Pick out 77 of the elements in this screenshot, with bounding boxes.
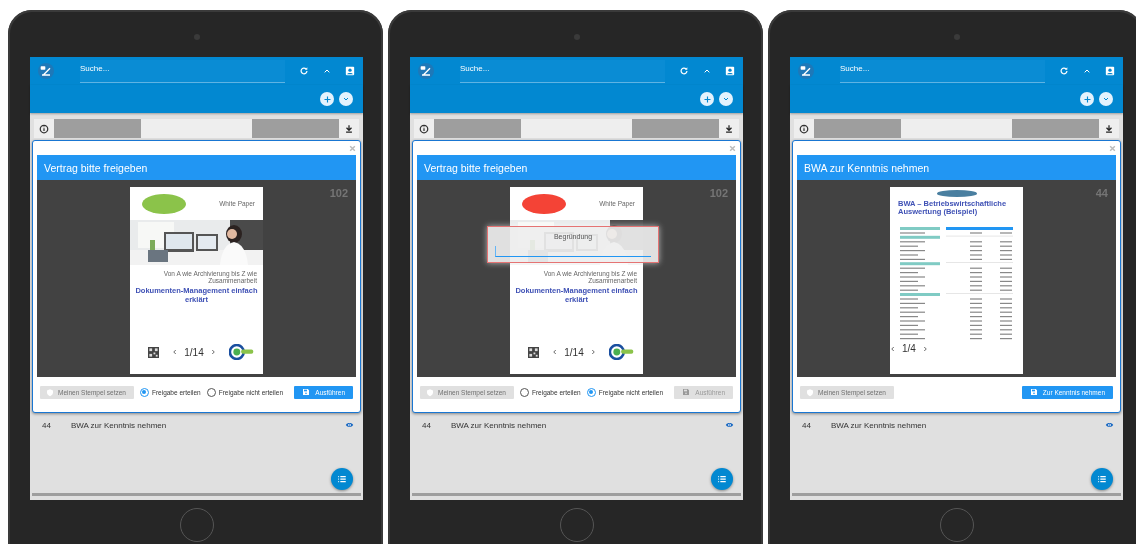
chevron-down-icon — [722, 95, 730, 103]
plus-icon — [322, 94, 332, 104]
plus-icon — [1082, 94, 1092, 104]
stamp-icon — [806, 387, 814, 397]
account-icon[interactable] — [1105, 66, 1115, 76]
search-field[interactable]: Suche... — [840, 59, 1045, 83]
chevron-right-icon[interactable] — [209, 348, 216, 356]
eye-icon[interactable] — [1104, 421, 1115, 429]
close-icon[interactable] — [729, 144, 736, 152]
chevron-up-icon[interactable] — [323, 67, 331, 75]
scrollbar[interactable] — [792, 493, 1121, 496]
refresh-icon[interactable] — [679, 66, 689, 76]
plus-icon — [702, 94, 712, 104]
chevron-right-icon[interactable] — [921, 344, 928, 353]
chevron-down-icon — [1102, 95, 1110, 103]
save-icon — [302, 388, 311, 396]
add-button[interactable] — [1080, 92, 1094, 106]
chevron-left-icon[interactable] — [890, 344, 896, 353]
chevron-left-icon[interactable] — [172, 348, 179, 356]
expand-button[interactable] — [339, 92, 353, 106]
list-icon — [717, 474, 727, 484]
qr-code-icon — [148, 346, 159, 358]
download-icon[interactable] — [724, 123, 734, 134]
row-number: 44 — [422, 420, 431, 430]
row-number: 44 — [802, 420, 811, 430]
app-logo-icon[interactable] — [798, 63, 814, 79]
info-icon[interactable] — [419, 123, 429, 134]
chevron-left-icon[interactable] — [552, 348, 559, 356]
dialog-title: Vertrag bitte freigeben — [424, 161, 528, 174]
chevron-up-icon[interactable] — [1083, 67, 1091, 75]
page-counter: 1/4 — [902, 343, 916, 354]
refresh-icon[interactable] — [299, 66, 309, 76]
logo-icon — [609, 344, 635, 360]
eye-icon[interactable] — [724, 421, 735, 429]
account-icon[interactable] — [345, 66, 355, 76]
list-icon — [337, 474, 347, 484]
row-number: 44 — [42, 420, 51, 430]
list-button[interactable] — [331, 468, 353, 490]
list-icon — [1097, 474, 1107, 484]
scrollbar[interactable] — [412, 493, 741, 496]
page-counter: 1/14 — [564, 346, 584, 358]
app-logo-icon[interactable] — [38, 63, 54, 79]
eye-icon[interactable] — [344, 421, 355, 429]
search-field[interactable]: Suche... — [460, 59, 665, 83]
expand-button[interactable] — [719, 92, 733, 106]
logo-icon — [229, 344, 255, 360]
add-button[interactable] — [320, 92, 334, 106]
close-icon[interactable] — [349, 144, 356, 152]
scrollbar[interactable] — [32, 493, 361, 496]
download-icon[interactable] — [344, 123, 354, 134]
row-title: BWA zur Kenntnis nehmen — [830, 420, 927, 430]
app-logo-icon[interactable] — [418, 63, 434, 79]
refresh-icon[interactable] — [1059, 66, 1069, 76]
save-icon — [1029, 388, 1038, 396]
stamp-icon — [46, 387, 54, 397]
chevron-right-icon[interactable] — [589, 348, 596, 356]
info-icon[interactable] — [39, 123, 49, 134]
qr-code-icon — [528, 346, 539, 358]
list-button[interactable] — [1091, 468, 1113, 490]
page-counter: 1/14 — [184, 346, 204, 358]
add-button[interactable] — [700, 92, 714, 106]
chevron-down-icon — [342, 95, 350, 103]
stamp-icon — [426, 387, 434, 397]
close-icon[interactable] — [1109, 144, 1116, 152]
reason-input[interactable] — [495, 246, 651, 257]
chevron-up-icon[interactable] — [703, 67, 711, 75]
row-title: BWA zur Kenntnis nehmen — [70, 420, 167, 430]
info-icon[interactable] — [799, 123, 809, 134]
expand-button[interactable] — [1099, 92, 1113, 106]
download-icon[interactable] — [1104, 123, 1114, 134]
search-field[interactable]: Suche... — [80, 59, 285, 83]
save-icon — [682, 388, 691, 396]
list-button[interactable] — [711, 468, 733, 490]
row-title: BWA zur Kenntnis nehmen — [450, 420, 547, 430]
dialog-title: BWA zur Kenntnis nehmen — [804, 161, 930, 174]
account-icon[interactable] — [725, 66, 735, 76]
dialog-title: Vertrag bitte freigeben — [44, 161, 148, 174]
